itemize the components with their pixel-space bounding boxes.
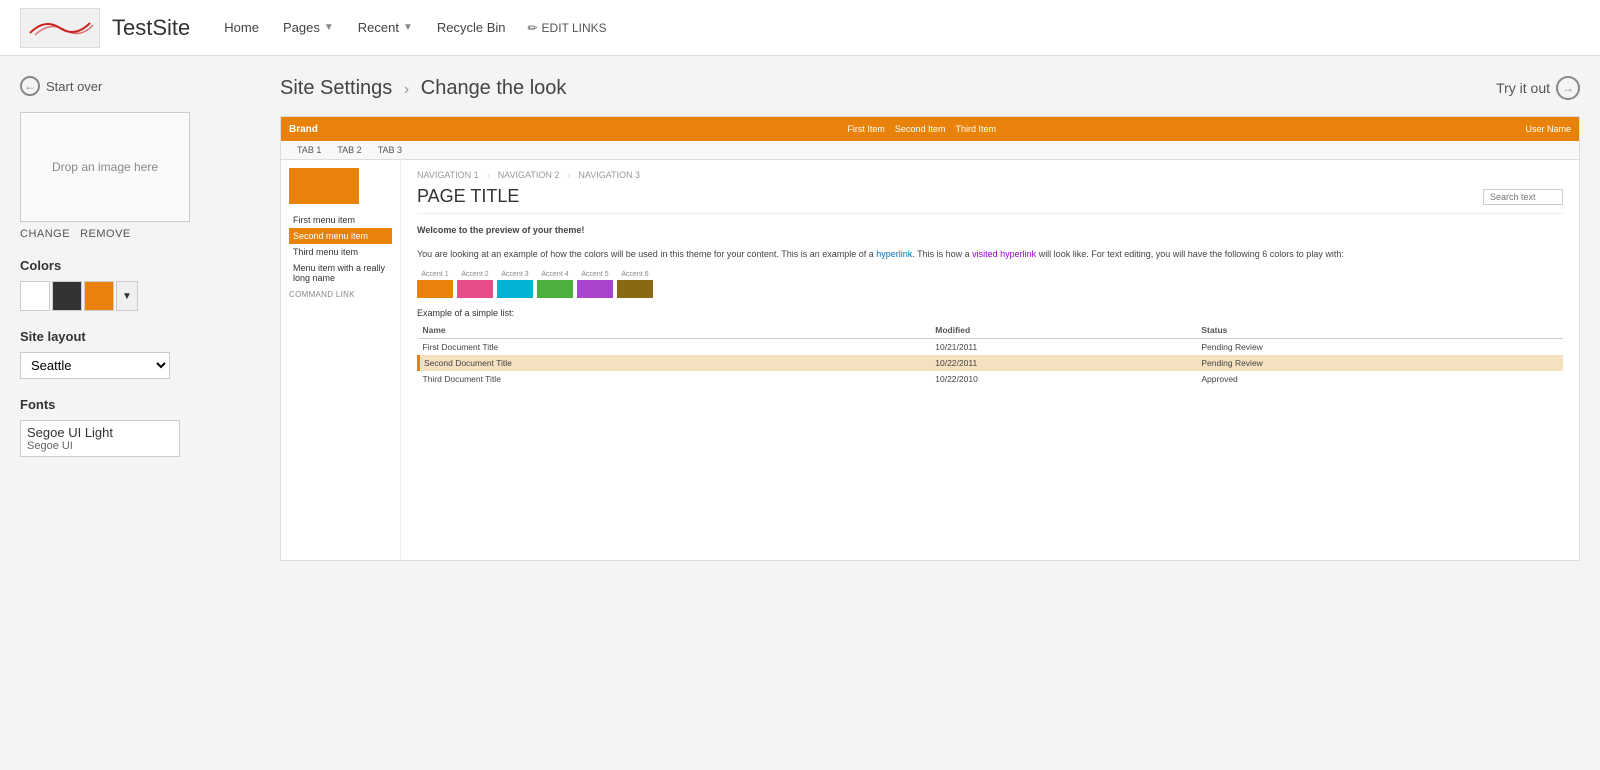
remove-image-button[interactable]: REMOVE [80,228,131,240]
preview-table-header-name: Name [419,322,932,339]
site-layout-select[interactable]: Seattle [20,352,170,379]
site-title: TestSite [112,15,190,41]
top-bar: TestSite Home Pages ▼ Recent ▼ Recycle B… [0,0,1600,56]
breadcrumb: Site Settings › Change the look [280,77,566,100]
preview-nav-link-1: First Item [847,124,885,134]
color-swatch-1[interactable] [20,281,50,311]
table-row: Third Document Title 10/22/2010 Approved [419,371,1564,387]
preview-accents: Accent 1 Accent 2 Accent 3 Accent 4 [417,271,1563,298]
table-cell-status: Pending Review [1197,339,1563,356]
start-over-button[interactable]: ← Start over [20,76,260,96]
preview-subnav: NAVIGATION 1 › NAVIGATION 2 › NAVIGATION… [417,170,1563,180]
colors-label: Colors [20,258,260,273]
try-it-out-button[interactable]: Try it out → [1496,76,1580,100]
colors-row: ▼ [20,281,260,311]
preview-nav-link-3: Third Item [955,124,996,134]
table-cell-name: Second Document Title [419,355,932,371]
main-content: ← Start over Drop an image here CHANGE R… [0,56,1600,581]
accent-3: Accent 3 [497,271,533,298]
preview-table-header-status: Status [1197,322,1563,339]
color-swatch-2[interactable] [52,281,82,311]
page-header: Site Settings › Change the look Try it o… [280,76,1580,100]
table-cell-status: Pending Review [1197,355,1563,371]
breadcrumb-child: Change the look [421,77,567,99]
table-row: Second Document Title 10/22/2011 Pending… [419,355,1564,371]
breadcrumb-parent: Site Settings [280,77,392,99]
nav-home[interactable]: Home [214,14,269,41]
site-layout-section: Site layout Seattle [20,329,260,379]
left-panel: ← Start over Drop an image here CHANGE R… [20,76,260,561]
accent-1: Accent 1 [417,271,453,298]
top-nav: Home Pages ▼ Recent ▼ Recycle Bin ✏ EDIT… [214,14,614,41]
preview-page-title: PAGE TITLE [417,186,1563,214]
breadcrumb-separator: › [404,81,409,98]
preview-topnav: Brand First Item Second Item Third Item … [281,117,1579,141]
pencil-icon: ✏ [527,21,537,35]
table-row: First Document Title 10/21/2011 Pending … [419,339,1564,356]
color-swatch-3[interactable] [84,281,114,311]
image-actions: CHANGE REMOVE [20,228,260,240]
edit-links-button[interactable]: ✏ EDIT LINKS [519,17,614,39]
pages-dropdown-icon: ▼ [324,22,334,33]
preview-subnav-3: NAVIGATION 3 [578,170,640,180]
nav-recent[interactable]: Recent ▼ [348,14,423,41]
accent-2: Accent 2 [457,271,493,298]
preview-menu-1[interactable]: First menu item [289,212,392,228]
preview-search-input[interactable] [1483,189,1563,205]
preview-visited-link: visited hyperlink [972,249,1036,259]
preview-content: First menu item Second menu item Third m… [281,160,1579,560]
fonts-select-box[interactable]: Segoe UI Light Segoe UI [20,420,180,457]
table-cell-modified: 10/22/2011 [931,355,1197,371]
preview-tab-1[interactable]: TAB 1 [289,141,329,159]
preview-tab-2[interactable]: TAB 2 [329,141,369,159]
preview-tabs: TAB 1 TAB 2 TAB 3 [281,141,1579,160]
preview-menu-2[interactable]: Second menu item [289,228,392,244]
table-cell-name: Third Document Title [419,371,932,387]
colors-dropdown-button[interactable]: ▼ [116,281,138,311]
nav-pages[interactable]: Pages ▼ [273,14,344,41]
preview-table-header-modified: Modified [931,322,1197,339]
preview-tab-3[interactable]: TAB 3 [370,141,410,159]
try-it-out-icon: → [1556,76,1580,100]
preview-user: User Name [1525,124,1571,134]
accent-4: Accent 4 [537,271,573,298]
font-secondary: Segoe UI [27,440,173,452]
preview-logo-area [289,168,359,204]
preview-nav-link-2: Second Item [895,124,946,134]
preview-sidebar: First menu item Second menu item Third m… [281,160,401,560]
preview-body-text: You are looking at an example of how the… [417,248,1563,262]
accent-6: Accent 6 [617,271,653,298]
preview-cmd-link[interactable]: COMMAND LINK [289,290,392,299]
fonts-label: Fonts [20,397,260,412]
preview-body-intro: Welcome to the preview of your theme! [417,224,1563,238]
font-primary: Segoe UI Light [27,425,173,440]
table-cell-status: Approved [1197,371,1563,387]
nav-recycle-bin[interactable]: Recycle Bin [427,14,516,41]
preview-nav-links: First Item Second Item Third Item [847,124,996,134]
accent-5: Accent 5 [577,271,613,298]
page-area: Site Settings › Change the look Try it o… [280,76,1580,561]
image-drop-zone[interactable]: Drop an image here [20,112,190,222]
table-cell-modified: 10/22/2010 [931,371,1197,387]
preview-subnav-2: NAVIGATION 2 [498,170,560,180]
site-logo [20,8,100,48]
preview-hyperlink: hyperlink [876,249,912,259]
back-icon: ← [20,76,40,96]
recent-dropdown-icon: ▼ [403,22,413,33]
preview-brand: Brand [289,124,318,135]
preview-menu-4[interactable]: Menu item with a really long name [289,260,392,286]
table-cell-name: First Document Title [419,339,932,356]
preview-list-label: Example of a simple list: [417,308,1563,318]
preview-menu-3[interactable]: Third menu item [289,244,392,260]
preview-table: Name Modified Status First Document Titl… [417,322,1563,387]
fonts-section: Fonts Segoe UI Light Segoe UI [20,397,260,457]
site-layout-label: Site layout [20,329,260,344]
preview-box: Brand First Item Second Item Third Item … [280,116,1580,561]
change-image-button[interactable]: CHANGE [20,228,70,240]
preview-main: NAVIGATION 1 › NAVIGATION 2 › NAVIGATION… [401,160,1579,560]
preview-subnav-1: NAVIGATION 1 [417,170,479,180]
table-cell-modified: 10/21/2011 [931,339,1197,356]
